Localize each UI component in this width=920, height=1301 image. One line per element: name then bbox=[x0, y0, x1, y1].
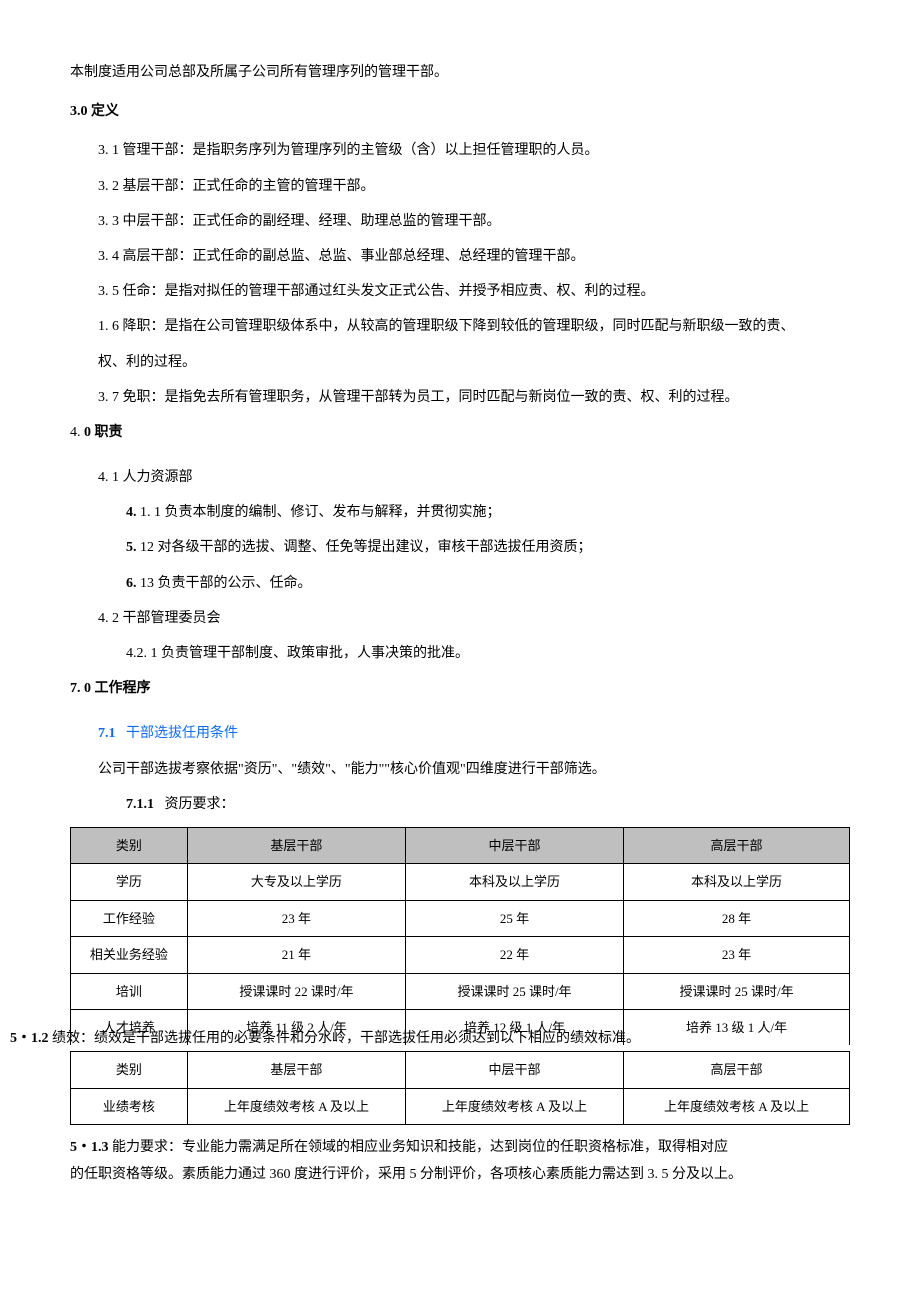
item-4-2-1: 4.2. 1 负责管理干部制度、政策审批，人事决策的批准。 bbox=[70, 641, 850, 666]
table-header: 中层干部 bbox=[405, 1052, 623, 1088]
item-4-1-2-prefix: 5. bbox=[126, 540, 137, 555]
table-header: 基层干部 bbox=[187, 1052, 405, 1088]
item-5-1-2: 5・1.2 绩效：绩效是干部选拔任用的必要条件和分水岭，干部选拔任用必须达到以下… bbox=[10, 1026, 910, 1051]
table-cell: 相关业务经验 bbox=[71, 937, 188, 973]
table-cell: 上年度绩效考核 A 及以上 bbox=[405, 1088, 623, 1124]
table-cell: 23 年 bbox=[624, 937, 850, 973]
table-row: 学历 大专及以上学历 本科及以上学历 本科及以上学历 bbox=[71, 864, 850, 900]
def-3-4: 3. 4 高层干部：正式任命的副总监、总监、事业部总经理、总经理的管理干部。 bbox=[70, 244, 850, 269]
table-cell: 授课课时 25 课时/年 bbox=[624, 973, 850, 1009]
table-cell: 上年度绩效考核 A 及以上 bbox=[187, 1088, 405, 1124]
item-7-1-rest: 干部选拔任用条件 bbox=[126, 726, 238, 741]
item-4-1-3: 6. 13 负责干部的公示、任命。 bbox=[70, 571, 850, 596]
table-header: 基层干部 bbox=[187, 827, 405, 863]
item-7-1: 7.1 干部选拔任用条件 bbox=[70, 721, 850, 746]
item-4-2: 4. 2 干部管理委员会 bbox=[70, 606, 850, 631]
table-cell: 23 年 bbox=[187, 900, 405, 936]
item-7-1-prefix: 7.1 bbox=[98, 726, 116, 741]
item-4-1-1-prefix: 4. bbox=[126, 505, 137, 520]
table-cell: 工作经验 bbox=[71, 900, 188, 936]
section-7-prefix: 7. bbox=[70, 681, 81, 696]
item-5-1-2-rest: 绩效：绩效是干部选拔任用的必要条件和分水岭，干部选拔任用必须达到以下相应的绩效标… bbox=[52, 1031, 640, 1046]
def-3-6a: 1. 6 降职：是指在公司管理职级体系中，从较高的管理职级下降到较低的管理职级，… bbox=[70, 314, 850, 339]
table-header: 类别 bbox=[71, 827, 188, 863]
table-1-block: 类别 基层干部 中层干部 高层干部 学历 大专及以上学历 本科及以上学历 本科及… bbox=[70, 827, 850, 1045]
table-header: 高层干部 bbox=[624, 827, 850, 863]
def-3-6b: 权、利的过程。 bbox=[70, 350, 850, 375]
table-cell: 上年度绩效考核 A 及以上 bbox=[624, 1088, 850, 1124]
item-4-1-3-rest: 13 负责干部的公示、任命。 bbox=[140, 576, 312, 591]
item-5-1-3-rest1: 能力要求：专业能力需满足所在领域的相应业务知识和技能，达到岗位的任职资格标准，取… bbox=[112, 1140, 728, 1155]
section-7-rest: 0 工作程序 bbox=[84, 681, 151, 696]
table-cell: 25 年 bbox=[405, 900, 623, 936]
table-cell: 业绩考核 bbox=[71, 1088, 188, 1124]
table-cell: 学历 bbox=[71, 864, 188, 900]
table-row: 业绩考核 上年度绩效考核 A 及以上 上年度绩效考核 A 及以上 上年度绩效考核… bbox=[71, 1088, 850, 1124]
table-row: 类别 基层干部 中层干部 高层干部 bbox=[71, 827, 850, 863]
item-5-1-3-line1: 5・1.3 能力要求：专业能力需满足所在领域的相应业务知识和技能，达到岗位的任职… bbox=[70, 1135, 850, 1160]
qualification-table: 类别 基层干部 中层干部 高层干部 学历 大专及以上学历 本科及以上学历 本科及… bbox=[70, 827, 850, 1045]
table-header: 中层干部 bbox=[405, 827, 623, 863]
table-cell: 21 年 bbox=[187, 937, 405, 973]
item-4-1: 4. 1 人力资源部 bbox=[70, 465, 850, 490]
section-4-title: 4. 0 职责 bbox=[70, 420, 850, 445]
table-header: 高层干部 bbox=[624, 1052, 850, 1088]
item-4-1-3-prefix: 6. bbox=[126, 576, 137, 591]
def-3-3: 3. 3 中层干部：正式任命的副经理、经理、助理总监的管理干部。 bbox=[70, 209, 850, 234]
item-4-1-1: 4. 1. 1 负责本制度的编制、修订、发布与解释，并贯彻实施； bbox=[70, 500, 850, 525]
def-3-2: 3. 2 基层干部：正式任命的主管的管理干部。 bbox=[70, 174, 850, 199]
item-4-1-1-rest: 1. 1 负责本制度的编制、修订、发布与解释，并贯彻实施； bbox=[140, 505, 501, 520]
table-row: 相关业务经验 21 年 22 年 23 年 bbox=[71, 937, 850, 973]
table-header: 类别 bbox=[71, 1052, 188, 1088]
table-cell: 授课课时 25 课时/年 bbox=[405, 973, 623, 1009]
table-cell: 本科及以上学历 bbox=[405, 864, 623, 900]
item-4-1-2-rest: 12 对各级干部的选拔、调整、任免等提出建议，审核干部选拔任用资质； bbox=[140, 540, 592, 555]
item-5-1-3-line2: 的任职资格等级。素质能力通过 360 度进行评价，采用 5 分制评价，各项核心素… bbox=[70, 1162, 850, 1187]
item-5-1-3-prefix: 5・1.3 bbox=[70, 1140, 109, 1155]
table-cell: 大专及以上学历 bbox=[187, 864, 405, 900]
section-3-title: 3.0 定义 bbox=[70, 99, 850, 124]
table-cell: 28 年 bbox=[624, 900, 850, 936]
section-7-title: 7. 0 工作程序 bbox=[70, 676, 850, 701]
table-row: 工作经验 23 年 25 年 28 年 bbox=[71, 900, 850, 936]
table-cell: 培训 bbox=[71, 973, 188, 1009]
def-3-1: 3. 1 管理干部：是指职务序列为管理序列的主管级（含）以上担任管理职的人员。 bbox=[70, 138, 850, 163]
def-3-7: 3. 7 免职：是指免去所有管理职务，从管理干部转为员工，同时匹配与新岗位一致的… bbox=[70, 385, 850, 410]
intro-paragraph: 本制度适用公司总部及所属子公司所有管理序列的管理干部。 bbox=[70, 60, 850, 85]
item-7-1-desc: 公司干部选拔考察依据"资历"、"绩效"、"能力""核心价值观"四维度进行干部筛选… bbox=[70, 757, 850, 782]
item-7-1-1-prefix: 7.1.1 bbox=[126, 797, 154, 812]
table-cell: 本科及以上学历 bbox=[624, 864, 850, 900]
table-cell: 22 年 bbox=[405, 937, 623, 973]
def-3-5: 3. 5 任命：是指对拟任的管理干部通过红头发文正式公告、并授予相应责、权、利的… bbox=[70, 279, 850, 304]
section-4-rest: 0 职责 bbox=[84, 425, 123, 440]
performance-table: 类别 基层干部 中层干部 高层干部 业绩考核 上年度绩效考核 A 及以上 上年度… bbox=[70, 1051, 850, 1125]
item-4-1-2: 5. 12 对各级干部的选拔、调整、任免等提出建议，审核干部选拔任用资质； bbox=[70, 535, 850, 560]
section-4-prefix: 4. bbox=[70, 425, 81, 440]
table-row: 培训 授课课时 22 课时/年 授课课时 25 课时/年 授课课时 25 课时/… bbox=[71, 973, 850, 1009]
item-5-1-2-prefix: 5・1.2 bbox=[10, 1031, 49, 1046]
table-cell: 授课课时 22 课时/年 bbox=[187, 973, 405, 1009]
table-row: 类别 基层干部 中层干部 高层干部 bbox=[71, 1052, 850, 1088]
item-7-1-1: 7.1.1 资历要求： bbox=[70, 792, 850, 817]
item-7-1-1-rest: 资历要求： bbox=[165, 797, 235, 812]
